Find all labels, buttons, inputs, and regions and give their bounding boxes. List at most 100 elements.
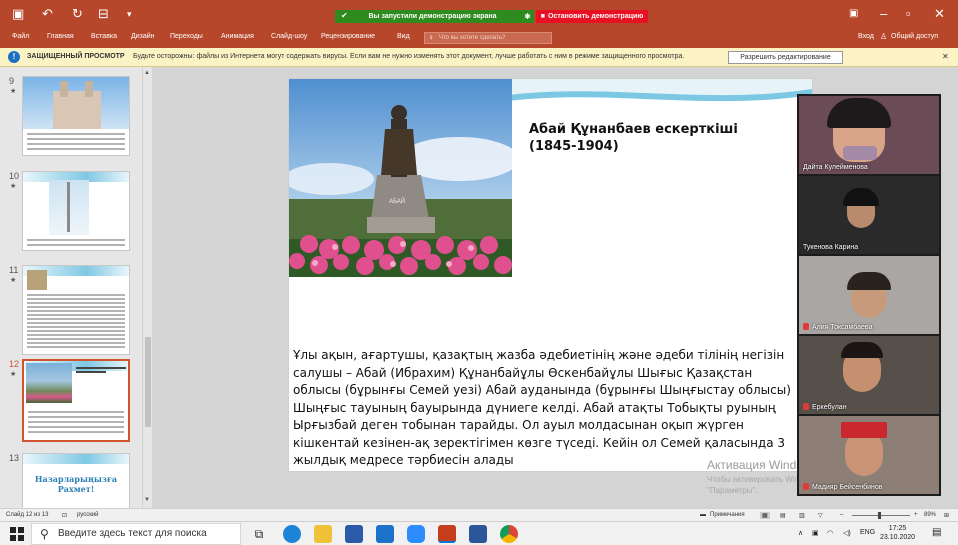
slide-counter: Слайд 12 из 13 bbox=[6, 512, 49, 518]
slide-body-text: Ұлы ақын, ағартушы, қазақтың жазба әдеби… bbox=[293, 348, 791, 467]
participant-tile[interactable]: Тукенова Карина bbox=[799, 176, 939, 254]
participant-tile[interactable]: Алия Токсамбаева bbox=[799, 256, 939, 334]
taskbar-clock[interactable]: 17:25 23.10.2020 bbox=[880, 524, 915, 542]
thumb-slide-9[interactable] bbox=[22, 76, 130, 156]
file-explorer-icon[interactable] bbox=[314, 525, 332, 543]
thumb-number: 9 bbox=[9, 76, 15, 86]
tell-me-input[interactable]: ♀ Что вы хотите сделать? bbox=[424, 32, 552, 44]
animation-star-icon: ★ bbox=[10, 371, 17, 378]
windows-taskbar: ⚲ Введите здесь текст для поиска ⧉ ∧ ▣ ◠… bbox=[0, 521, 958, 545]
thumb-number: 12 bbox=[9, 359, 20, 369]
mail-icon[interactable] bbox=[376, 525, 394, 543]
tab-transitions[interactable]: Переходы bbox=[170, 33, 203, 40]
task-view-icon[interactable]: ⧉ bbox=[250, 525, 268, 543]
abai-monument-photo: АБАЙ bbox=[289, 79, 512, 277]
lightbulb-icon: ♀ bbox=[428, 33, 434, 42]
slide-title: Абай Құнанбаев ескерткіші (1845-1904) bbox=[529, 122, 738, 154]
share-button[interactable]: Общий доступ bbox=[891, 33, 938, 40]
volume-icon[interactable]: ◁) bbox=[843, 529, 851, 537]
maximize-icon[interactable]: ▫ bbox=[906, 6, 911, 21]
spellcheck-icon[interactable]: ⊡ bbox=[62, 512, 67, 519]
zoom-slider-knob[interactable] bbox=[878, 512, 881, 519]
participant-tile[interactable]: Еркебулан bbox=[799, 336, 939, 414]
tab-file[interactable]: Файл bbox=[12, 33, 29, 40]
zoom-slider[interactable] bbox=[852, 515, 910, 516]
tab-slideshow[interactable]: Слайд-шоу bbox=[271, 33, 307, 40]
title-bar: ▣ ↶ ↻ ⊟ ▾ ✔ Вы запустили демонстрацию эк… bbox=[0, 0, 958, 29]
edge-browser-icon[interactable] bbox=[283, 525, 301, 543]
store-icon[interactable] bbox=[345, 525, 363, 543]
share-person-icon[interactable]: ♙ bbox=[880, 32, 887, 41]
monument-label: АБАЙ bbox=[389, 199, 406, 205]
tab-home[interactable]: Главная bbox=[47, 33, 74, 40]
undo-icon[interactable]: ↶ bbox=[42, 6, 53, 22]
mic-muted-icon bbox=[803, 483, 809, 490]
thumb-slide-13[interactable]: Назарларыңызға Рахмет! bbox=[22, 453, 130, 508]
tab-review[interactable]: Рецензирование bbox=[321, 33, 375, 40]
participant-name: Тукенова Карина bbox=[803, 244, 859, 251]
participant-tile[interactable]: Дайта Кулейменова bbox=[799, 96, 939, 174]
thumb-number: 11 bbox=[9, 265, 19, 275]
participant-name: Еркебулан bbox=[803, 403, 847, 411]
save-icon[interactable]: ▣ bbox=[12, 6, 24, 22]
fit-slide-icon[interactable]: ⊞ bbox=[944, 512, 949, 519]
tab-view[interactable]: Вид bbox=[397, 33, 410, 40]
slide-12[interactable]: АБАЙ Абай Құнанбаев ескерткіші (1845-190… bbox=[288, 78, 813, 472]
customize-qa-icon[interactable]: ▾ bbox=[127, 9, 132, 20]
thumb-slide-12[interactable] bbox=[22, 359, 130, 442]
language-indicator[interactable]: русский bbox=[77, 512, 99, 518]
powerpoint-icon[interactable] bbox=[438, 525, 456, 543]
tray-chevron-icon[interactable]: ∧ bbox=[798, 529, 803, 537]
minimize-icon[interactable]: – bbox=[880, 6, 887, 21]
notes-button[interactable]: Примечания bbox=[710, 512, 745, 518]
network-app-icon[interactable]: ▣ bbox=[812, 529, 819, 537]
zoom-level[interactable]: 89% bbox=[924, 512, 936, 518]
input-language[interactable]: ENG bbox=[860, 529, 875, 536]
word-icon[interactable] bbox=[469, 525, 487, 543]
chrome-icon[interactable] bbox=[500, 525, 518, 543]
slideshow-icon[interactable]: ▽ bbox=[818, 512, 823, 519]
close-bar-icon[interactable]: ✕ bbox=[942, 52, 949, 61]
signin-link[interactable]: Вход bbox=[858, 33, 874, 40]
participant-name: Дайта Кулейменова bbox=[803, 164, 868, 171]
slide-thumbnail-pane: 9 ★ 10 ★ 11 ★ 12 ★ 13 Назарларыңызға Рах… bbox=[0, 67, 152, 508]
search-icon: ⚲ bbox=[40, 527, 49, 541]
notifications-icon[interactable]: ▤ bbox=[932, 527, 941, 538]
zoom-out-icon[interactable]: – bbox=[840, 512, 843, 518]
pin-icon[interactable]: ✱ bbox=[521, 10, 534, 23]
slide-sorter-icon[interactable]: ▤ bbox=[780, 512, 786, 519]
thumb-slide-11[interactable] bbox=[22, 265, 130, 355]
protected-view-title: ЗАЩИЩЕННЫЙ ПРОСМОТР bbox=[27, 53, 125, 60]
notes-icon[interactable]: ▬ bbox=[700, 512, 706, 518]
normal-view-icon[interactable]: ▦ bbox=[760, 512, 770, 519]
tab-animations[interactable]: Анимация bbox=[221, 33, 254, 40]
mic-muted-icon bbox=[803, 403, 809, 410]
thumb-scrollbar[interactable]: ▲ ▼ bbox=[142, 67, 152, 508]
thanks-text: Назарларыңызға Рахмет! bbox=[34, 474, 118, 494]
redo-icon[interactable]: ↻ bbox=[72, 6, 83, 22]
participant-name: Алия Токсамбаева bbox=[803, 323, 872, 331]
checkmark-icon: ✔ bbox=[341, 11, 348, 20]
close-icon[interactable]: ✕ bbox=[934, 6, 945, 22]
protected-view-bar: ! ЗАЩИЩЕННЫЙ ПРОСМОТР Будьте осторожны: … bbox=[0, 48, 958, 67]
protected-view-message: Будьте осторожны: файлы из Интернета мог… bbox=[133, 53, 685, 60]
shield-info-icon: ! bbox=[8, 51, 20, 63]
video-call-panel: Дайта Кулейменова Тукенова Карина Алия Т… bbox=[797, 94, 941, 496]
mic-muted-icon bbox=[803, 323, 809, 330]
taskbar-search-input[interactable]: ⚲ Введите здесь текст для поиска bbox=[31, 523, 241, 545]
tab-design[interactable]: Дизайн bbox=[131, 33, 155, 40]
participant-tile[interactable]: Мадияр Бейсенбинов bbox=[799, 416, 939, 494]
tab-insert[interactable]: Вставка bbox=[91, 33, 117, 40]
ribbon-display-icon[interactable]: ▣ bbox=[849, 8, 858, 19]
thumb-slide-10[interactable] bbox=[22, 171, 130, 251]
scroll-thumb[interactable] bbox=[145, 337, 151, 427]
reading-view-icon[interactable]: ▥ bbox=[799, 512, 805, 519]
zoom-app-icon[interactable] bbox=[407, 525, 425, 543]
zoom-in-icon[interactable]: + bbox=[914, 512, 918, 518]
present-icon[interactable]: ⊟ bbox=[98, 6, 109, 22]
windows-start-icon[interactable] bbox=[10, 527, 24, 541]
screen-share-banner: ✔ Вы запустили демонстрацию экрана bbox=[335, 10, 530, 23]
stop-share-button[interactable]: ■ Остановить демонстрацию bbox=[536, 10, 648, 23]
wifi-icon[interactable]: ◠ bbox=[827, 529, 833, 537]
enable-editing-button[interactable]: Разрешить редактирование bbox=[728, 51, 843, 64]
